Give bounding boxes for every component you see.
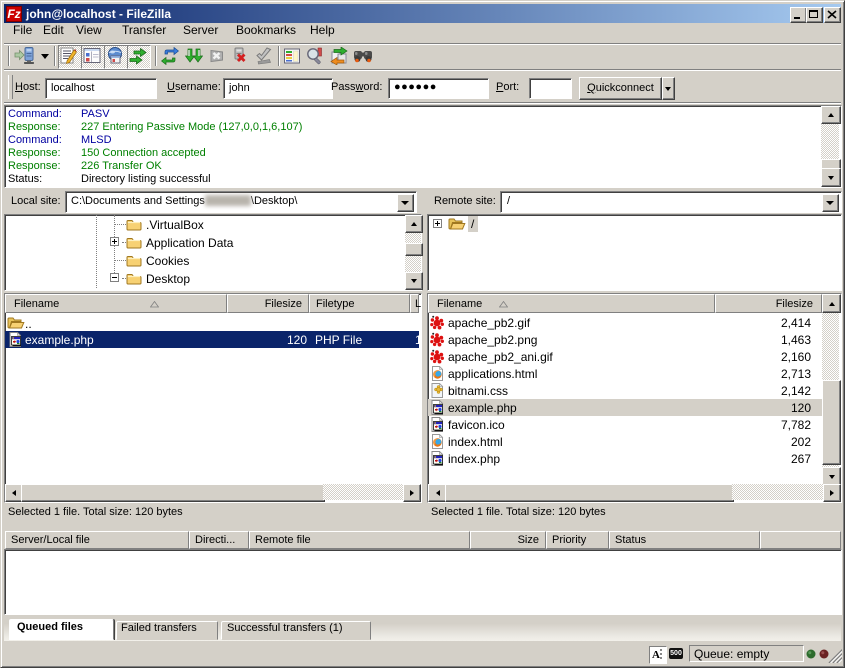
svg-text:A: A [652, 649, 660, 661]
